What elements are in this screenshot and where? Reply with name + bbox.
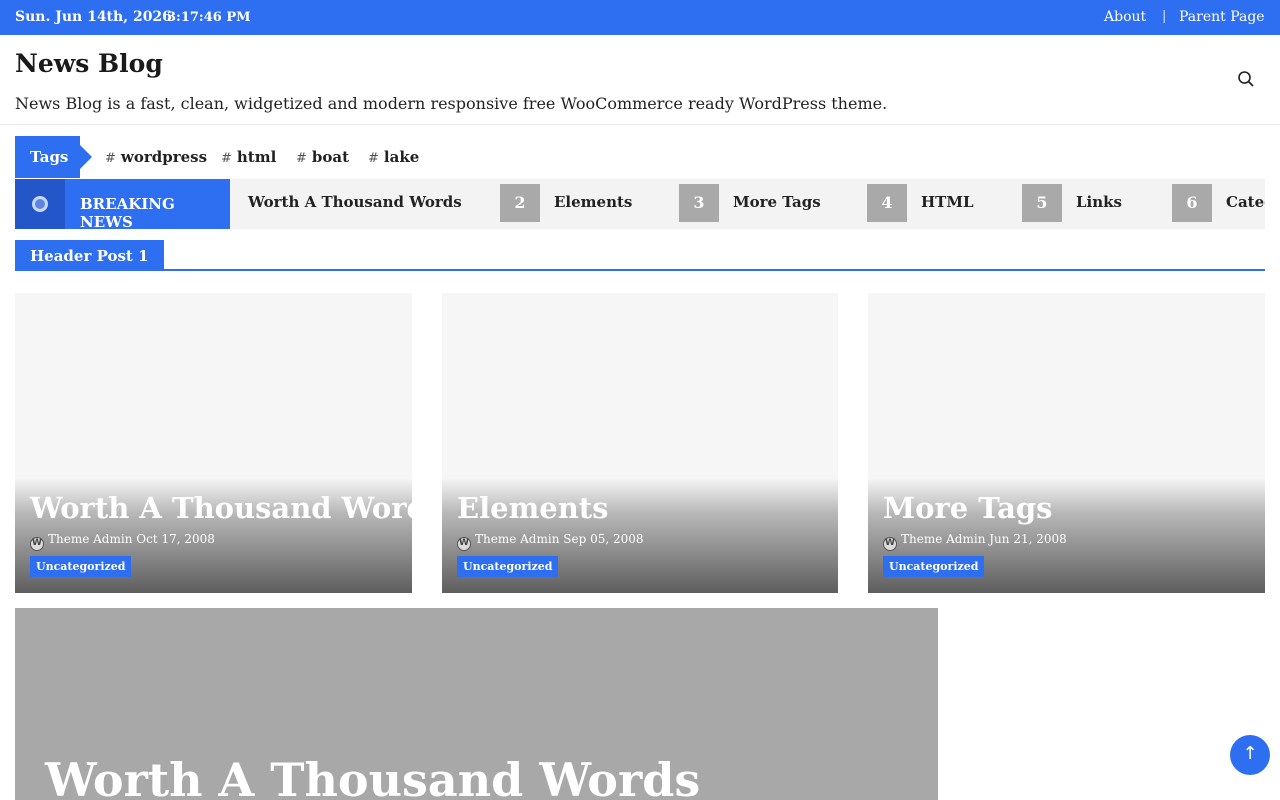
current-date: Sun. Jun 14th, 2026 xyxy=(15,9,172,25)
breaking-news-number: 3 xyxy=(679,184,719,222)
featured-post-card[interactable]: Worth A Thousand Words xyxy=(15,608,938,800)
breaking-news-item[interactable]: Links xyxy=(1076,193,1122,211)
tag-link-wordpress[interactable]: # wordpress xyxy=(105,148,207,166)
post-title[interactable]: More Tags xyxy=(883,491,1052,525)
post-meta: W Theme Admin Sep 05, 2008 xyxy=(457,532,644,551)
breaking-news-label: BREAKING NEWS xyxy=(65,179,230,229)
header-divider xyxy=(0,124,1280,125)
category-badge[interactable]: Uncategorized xyxy=(457,556,559,577)
post-card[interactable]: Worth A Thousand Words W Theme Admin Oct … xyxy=(15,293,412,593)
hash-icon: # xyxy=(368,151,379,166)
post-date[interactable]: Jun 21, 2008 xyxy=(989,532,1067,546)
post-meta: W Theme Admin Oct 17, 2008 xyxy=(30,532,215,551)
tag-label: boat xyxy=(311,148,350,166)
hash-icon: # xyxy=(105,151,116,166)
record-icon xyxy=(32,196,48,212)
breaking-news-icon-box xyxy=(15,179,65,229)
breaking-news-ticker: BREAKING NEWS Worth A Thousand Words 2 E… xyxy=(15,179,1265,229)
breaking-news-item[interactable]: Categ xyxy=(1226,193,1265,211)
wordpress-avatar-icon: W xyxy=(30,537,44,551)
tag-label: wordpress xyxy=(120,148,208,166)
post-card[interactable]: Elements W Theme Admin Sep 05, 2008 Uncat… xyxy=(442,293,838,593)
category-badge[interactable]: Uncategorized xyxy=(30,556,132,577)
search-button[interactable] xyxy=(1236,69,1256,89)
featured-post-title[interactable]: Worth A Thousand Words xyxy=(45,753,700,800)
current-time: 3:17:46 PM xyxy=(167,10,251,25)
post-author[interactable]: Theme Admin xyxy=(475,532,559,546)
breaking-news-number: 5 xyxy=(1022,184,1062,222)
section-heading: Header Post 1 xyxy=(15,240,164,270)
breaking-news-item[interactable]: Worth A Thousand Words xyxy=(248,193,462,211)
breaking-news-number: 6 xyxy=(1172,184,1212,222)
tag-link-lake[interactable]: # lake xyxy=(368,148,419,166)
post-card[interactable]: More Tags W Theme Admin Jun 21, 2008 Unca… xyxy=(868,293,1265,593)
hash-icon: # xyxy=(296,151,307,166)
top-bar: Sun. Jun 14th, 2026 3:17:46 PM About | P… xyxy=(0,0,1280,35)
menu-item-parent-page[interactable]: Parent Page xyxy=(1179,9,1265,25)
arrow-up-icon: ↑ xyxy=(1242,743,1258,764)
breaking-news-number: 4 xyxy=(867,184,907,222)
post-title[interactable]: Worth A Thousand Words xyxy=(30,491,412,525)
post-author[interactable]: Theme Admin xyxy=(901,532,985,546)
category-badge[interactable]: Uncategorized xyxy=(883,556,985,577)
breaking-news-item[interactable]: More Tags xyxy=(733,193,821,211)
site-title[interactable]: News Blog xyxy=(15,49,163,78)
site-description: News Blog is a fast, clean, widgetized a… xyxy=(15,94,888,113)
post-date[interactable]: Oct 17, 2008 xyxy=(136,532,215,546)
menu-item-about[interactable]: About xyxy=(1104,9,1146,25)
post-author[interactable]: Theme Admin xyxy=(48,532,132,546)
wordpress-avatar-icon: W xyxy=(883,537,897,551)
tag-label: lake xyxy=(383,148,420,166)
wordpress-avatar-icon: W xyxy=(457,537,471,551)
back-to-top-button[interactable]: ↑ xyxy=(1230,735,1270,775)
breaking-news-item[interactable]: HTML xyxy=(921,193,974,211)
breaking-news-number: 2 xyxy=(500,184,540,222)
search-icon xyxy=(1238,71,1254,87)
post-date[interactable]: Sep 05, 2008 xyxy=(563,532,643,546)
tags-label: Tags xyxy=(15,136,92,178)
tag-link-boat[interactable]: # boat xyxy=(296,148,349,166)
hash-icon: # xyxy=(221,151,232,166)
tag-link-html[interactable]: # html xyxy=(221,148,276,166)
section-underline xyxy=(15,269,1265,271)
tag-label: html xyxy=(236,148,277,166)
breaking-news-item[interactable]: Elements xyxy=(554,193,632,211)
menu-separator: | xyxy=(1162,9,1167,24)
post-meta: W Theme Admin Jun 21, 2008 xyxy=(883,532,1067,551)
post-title[interactable]: Elements xyxy=(457,491,609,525)
